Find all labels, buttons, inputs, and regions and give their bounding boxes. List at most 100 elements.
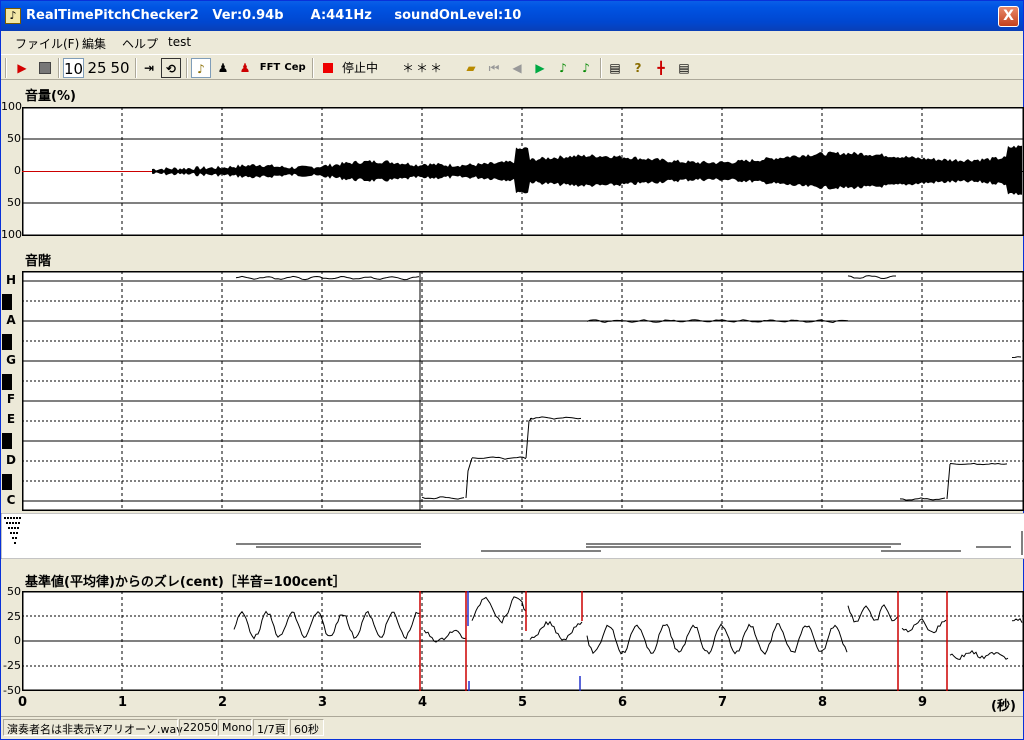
volume-ytick: 50: [7, 132, 21, 145]
separator: [312, 58, 314, 78]
marker-icon[interactable]: ╋: [651, 58, 671, 78]
time-tick: 5: [518, 695, 528, 710]
record-icon[interactable]: [318, 58, 338, 78]
title-bar: ♪ RealTimePitchChecker2 Ver:0.94b A:441H…: [1, 1, 1023, 31]
strip-dot: [13, 517, 15, 519]
strip-dot: [6, 522, 8, 524]
deviation-ytick: -25: [3, 659, 21, 672]
next-page-icon[interactable]: ▶: [530, 58, 550, 78]
person-red-icon[interactable]: ♟: [235, 58, 255, 78]
separator: [186, 58, 188, 78]
time-tick: 8: [818, 695, 828, 710]
person-icon[interactable]: ♟: [213, 58, 233, 78]
note-label-f: F: [6, 392, 16, 406]
play-icon[interactable]: ▶: [12, 58, 32, 78]
cep-button[interactable]: Cep: [283, 58, 307, 78]
deviation-ytick: 50: [7, 585, 21, 598]
strip-dot: [14, 542, 16, 544]
print-icon[interactable]: ▤: [605, 58, 625, 78]
first-page-icon[interactable]: ⏮: [484, 58, 504, 78]
volume-ytick: 100: [1, 228, 22, 241]
note-strip: [1, 513, 1024, 559]
toolbar-grip: [5, 58, 7, 78]
plot-frame: [22, 271, 1024, 511]
scale-title: 音階: [25, 254, 52, 269]
strip-dot: [16, 532, 18, 534]
deviation-plot: [22, 591, 1024, 691]
time-tick: 7: [718, 695, 728, 710]
note-green-icon[interactable]: ♪: [553, 58, 573, 78]
speed-50-button[interactable]: 50: [109, 58, 131, 78]
time-tick: 9: [918, 695, 928, 710]
stop-icon[interactable]: [35, 58, 55, 78]
time-tick: 6: [618, 695, 628, 710]
strip-dot: [13, 532, 15, 534]
strip-dot: [19, 517, 21, 519]
status-page: 1/7頁: [253, 719, 289, 736]
menu-bar: ファイル(F) 編集 ヘルプ test: [1, 31, 1023, 53]
menu-edit[interactable]: 編集: [82, 35, 106, 52]
strip-dot: [18, 522, 20, 524]
volume-ytick: 50: [7, 196, 21, 209]
note-label-a: A: [6, 313, 16, 327]
speed-10-button[interactable]: 10: [63, 58, 84, 78]
strip-frame: [1, 513, 1024, 559]
status-duration: 60秒: [290, 719, 324, 736]
strip-dot: [16, 517, 18, 519]
menu-file[interactable]: ファイル(F): [15, 35, 79, 52]
loop-icon[interactable]: ⟲: [161, 58, 181, 78]
time-tick: 0: [18, 695, 28, 710]
black-key: [2, 433, 12, 449]
strip-dot: [15, 522, 17, 524]
black-key: [2, 374, 12, 390]
black-key: [2, 474, 12, 490]
strip-dot: [9, 522, 11, 524]
strip-dot: [7, 517, 9, 519]
black-key: [2, 294, 12, 310]
prev-page-icon[interactable]: ◀: [507, 58, 527, 78]
strip-dot: [4, 517, 6, 519]
note-outline-icon[interactable]: ♪: [576, 58, 596, 78]
print-setup-icon[interactable]: ▤: [674, 58, 694, 78]
violin-icon[interactable]: ♪: [191, 58, 211, 78]
separator: [58, 58, 60, 78]
strip-dot: [10, 517, 12, 519]
fft-button[interactable]: FFT: [259, 58, 281, 78]
help-icon[interactable]: ?: [628, 58, 648, 78]
jump-end-icon[interactable]: ⇥: [139, 58, 159, 78]
time-tick: 2: [218, 695, 228, 710]
volume-ytick: 100: [1, 100, 22, 113]
black-key: [2, 334, 12, 350]
window-title: RealTimePitchChecker2 Ver:0.94b A:441Hz …: [26, 8, 522, 23]
volume-ytick: 0: [14, 164, 21, 177]
note-label-g: G: [6, 353, 16, 367]
open-folder-icon[interactable]: ▰: [461, 58, 481, 78]
status-channel: Mono: [218, 719, 252, 736]
speed-25-button[interactable]: 25: [86, 58, 108, 78]
app-window: ♪ RealTimePitchChecker2 Ver:0.94b A:441H…: [0, 0, 1024, 740]
volume-title: 音量(%): [25, 89, 76, 104]
pitch-plot: [22, 271, 1024, 511]
strip-dot: [11, 527, 13, 529]
menu-help[interactable]: ヘルプ: [122, 35, 158, 52]
status-file: 演奏者名は非表示¥アリオーソ.wav: [3, 719, 183, 736]
status-rate: 22050: [179, 719, 218, 736]
toolbar: ▶ 10 25 50 ⇥ ⟲ ♪ ♟ ♟ FFT Cep 停止中 ＊＊＊ ▰ ⏮…: [1, 54, 1023, 80]
time-tick: 1: [118, 695, 128, 710]
strip-dot: [14, 527, 16, 529]
strip-dot: [10, 532, 12, 534]
time-unit-label: (秒): [991, 699, 1016, 714]
app-icon: ♪: [5, 8, 21, 24]
time-tick: 3: [318, 695, 328, 710]
status-label: 停止中: [341, 61, 378, 75]
separator: [600, 58, 602, 78]
strip-dot: [12, 537, 14, 539]
deviation-ytick: 25: [7, 610, 21, 623]
note-label-c: C: [6, 493, 16, 507]
status-bar: 演奏者名は非表示¥アリオーソ.wav 22050 Mono 1/7頁 60秒: [1, 716, 1023, 738]
strip-dot: [8, 527, 10, 529]
note-label-e: E: [6, 412, 16, 426]
strip-dot: [12, 522, 14, 524]
menu-test[interactable]: test: [168, 35, 191, 49]
close-button[interactable]: X: [998, 6, 1019, 27]
